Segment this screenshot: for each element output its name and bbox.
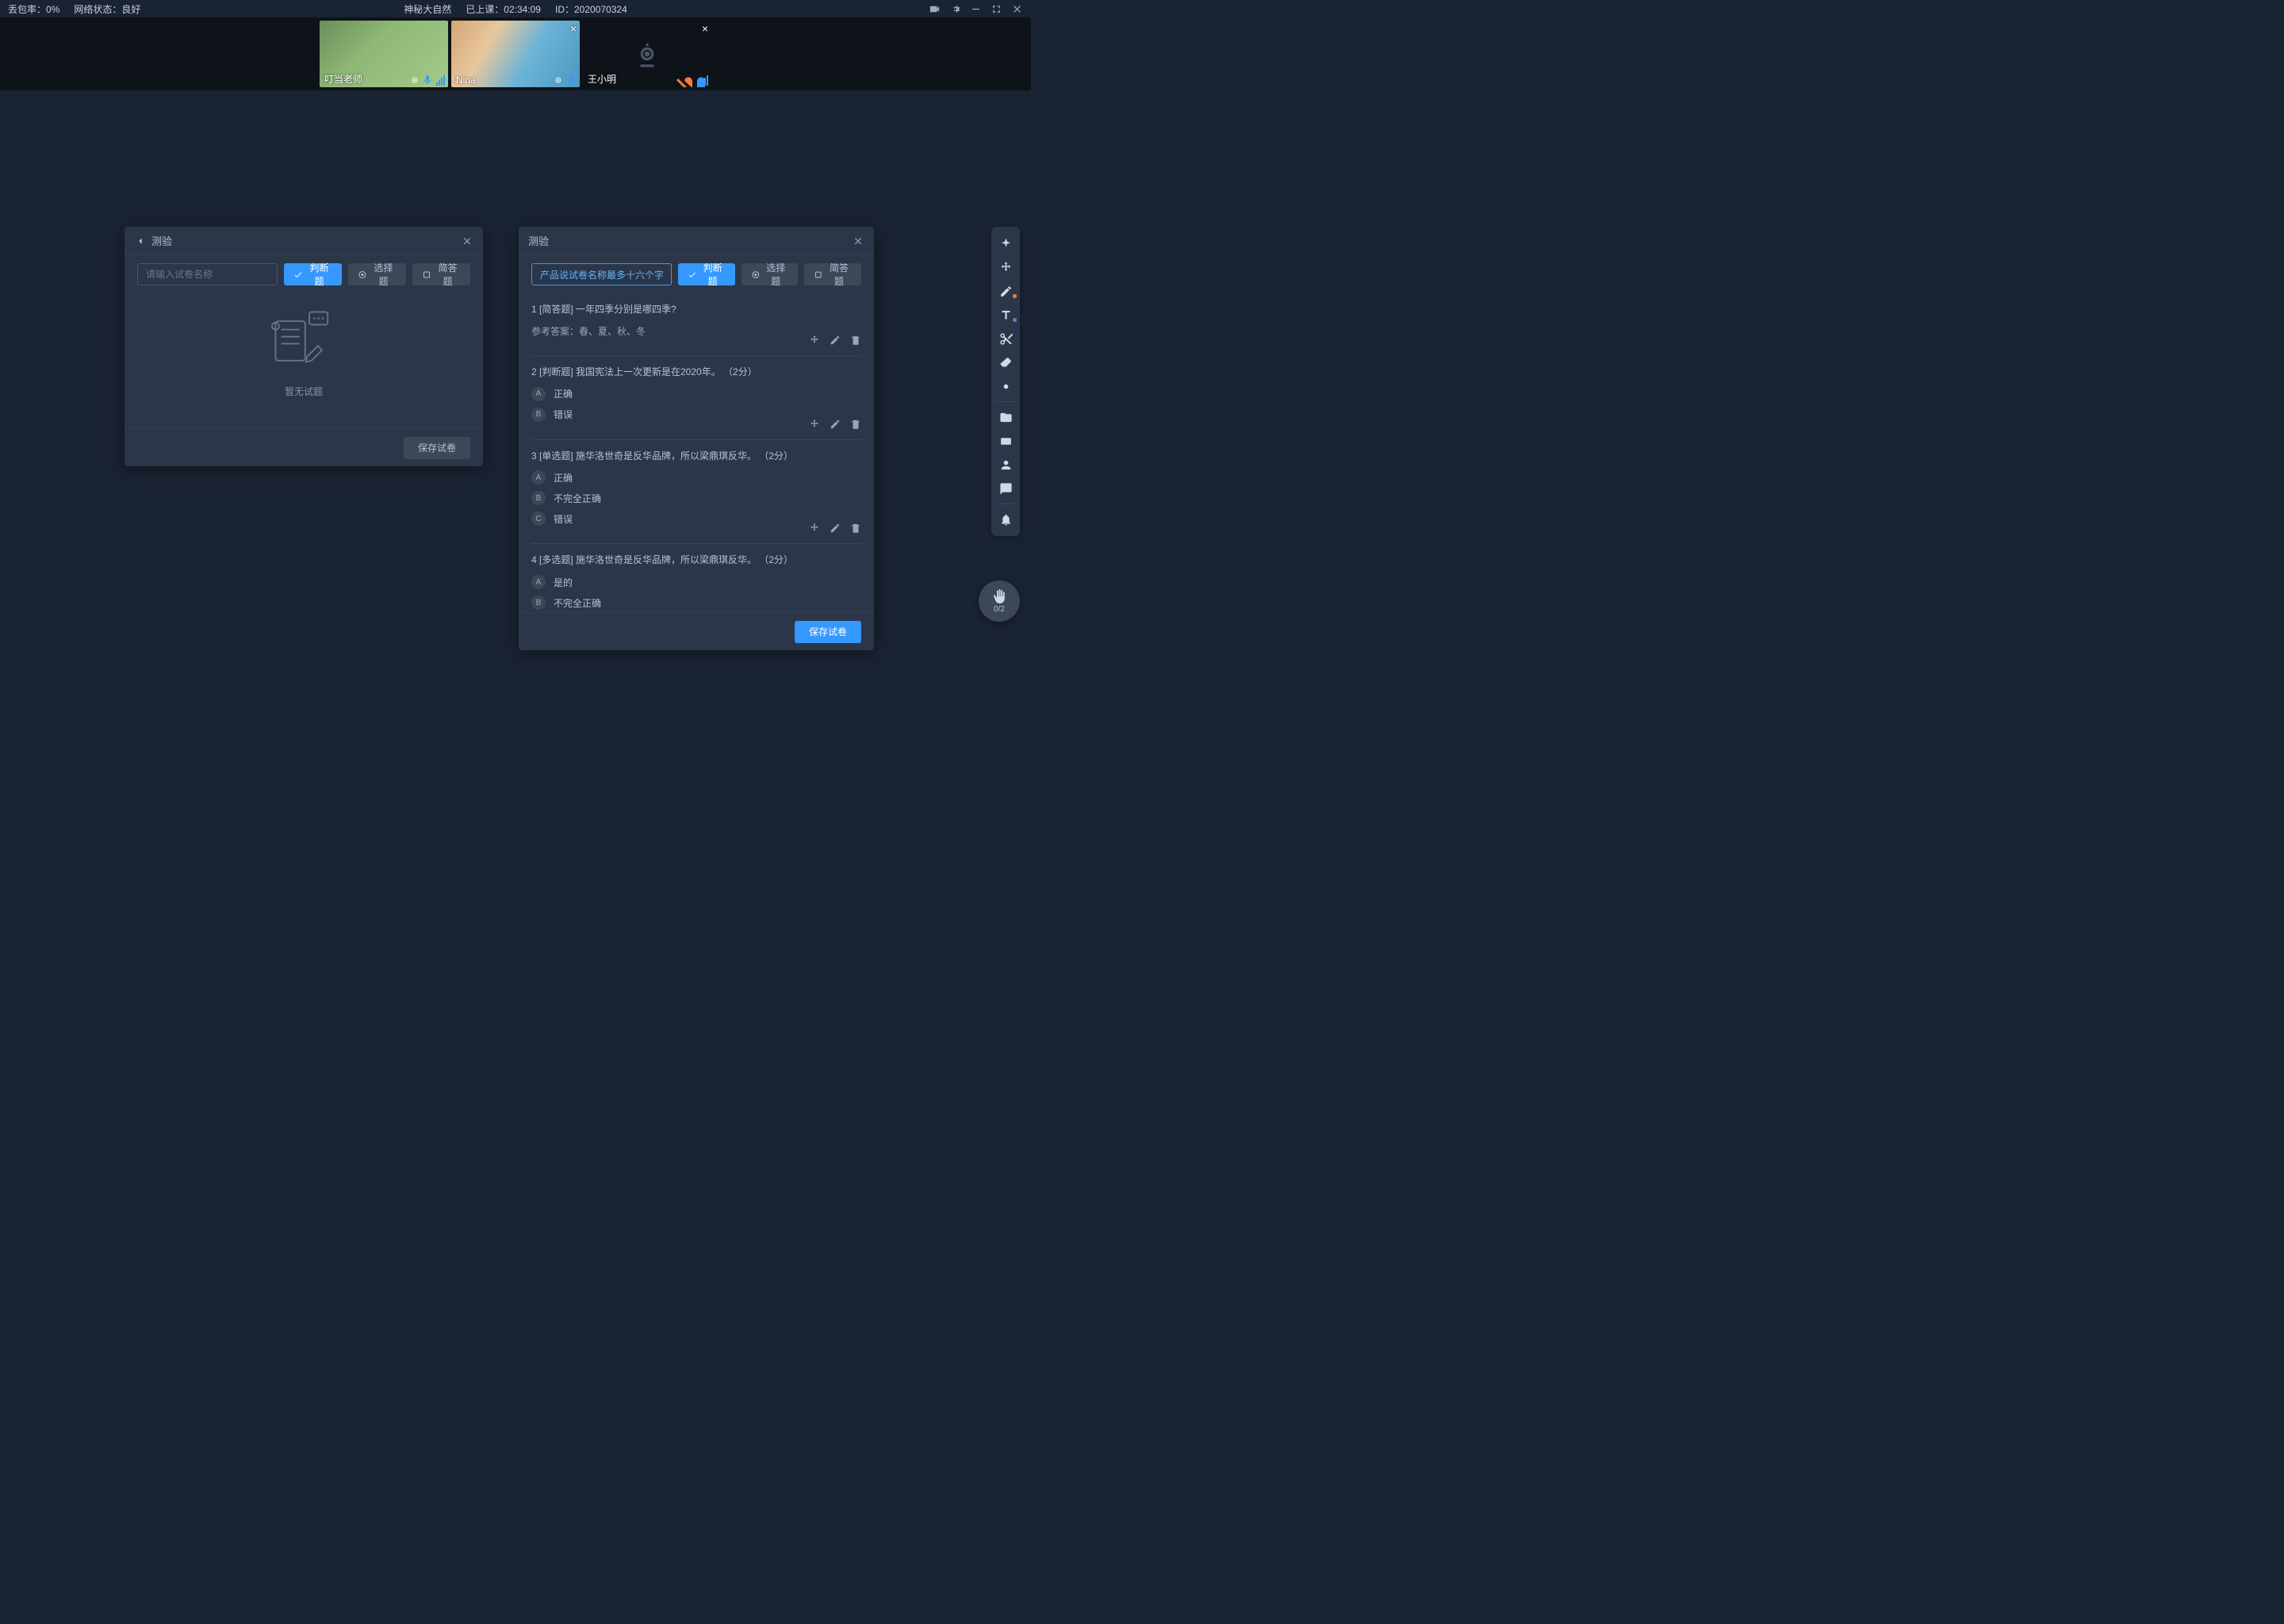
option-key: A bbox=[531, 387, 546, 401]
video-tile-teacher[interactable]: 叮当老师 bbox=[320, 21, 448, 87]
edit-question-icon[interactable] bbox=[830, 419, 841, 430]
question-item: 1 [简答题] 一年四季分别是哪四季?参考答案：春、夏、秋、冬 bbox=[531, 293, 861, 356]
assets-tool[interactable] bbox=[991, 429, 1020, 453]
option-label: 是的 bbox=[554, 576, 573, 589]
pen-tool[interactable] bbox=[991, 279, 1020, 303]
question-title: 4 [多选题] 施华洛世奇是反华品牌，所以梁鼎琪反华。 （2分） bbox=[531, 553, 861, 567]
empty-quiz-icon bbox=[268, 308, 339, 372]
panel-title: 测验 bbox=[151, 233, 172, 248]
class-title: 神秘大自然 bbox=[404, 2, 451, 16]
judge-question-button[interactable]: 判断题 bbox=[678, 263, 735, 285]
network-status: 网络状态：良好 bbox=[74, 2, 140, 16]
question-item: 2 [判断题] 我国宪法上一次更新是在2020年。 （2分） A 正确 B 错误 bbox=[531, 356, 861, 440]
signal-icon bbox=[699, 75, 708, 86]
chat-tool[interactable] bbox=[991, 477, 1020, 500]
option-label: 不完全正确 bbox=[554, 492, 601, 505]
question-title: 1 [简答题] 一年四季分别是哪四季? bbox=[531, 303, 861, 316]
question-title: 3 [单选题] 施华洛世奇是反华品牌，所以梁鼎琪反华。 （2分） bbox=[531, 450, 861, 463]
mic-muted-icon bbox=[673, 75, 684, 86]
panel-title: 测验 bbox=[528, 233, 549, 248]
option-key: B bbox=[531, 408, 546, 422]
settings-icon[interactable] bbox=[948, 2, 961, 15]
choice-question-button[interactable]: 选择题 bbox=[742, 263, 799, 285]
quiz-name-input[interactable] bbox=[531, 263, 672, 285]
hands-count: 0/2 bbox=[994, 605, 1005, 614]
edit-question-icon[interactable] bbox=[830, 335, 841, 346]
question-option[interactable]: A 正确 bbox=[531, 470, 861, 485]
question-item: 3 [单选题] 施华洛世奇是反华品牌，所以梁鼎琪反华。 （2分） A 正确 B 不完全正… bbox=[531, 440, 861, 545]
mic-icon bbox=[422, 75, 433, 86]
option-key: A bbox=[531, 575, 546, 589]
fullscreen-icon[interactable] bbox=[990, 2, 1002, 15]
camera-toggle-icon[interactable] bbox=[928, 2, 941, 15]
delete-question-icon[interactable] bbox=[850, 523, 861, 534]
cursor-tool[interactable] bbox=[991, 232, 1020, 255]
judge-question-button[interactable]: 判断题 bbox=[284, 263, 342, 285]
bell-tool[interactable] bbox=[991, 508, 1020, 531]
quiz-name-input[interactable] bbox=[137, 263, 278, 285]
video-name: 王小明 bbox=[588, 72, 616, 86]
video-name: Nina bbox=[456, 75, 476, 86]
delete-question-icon[interactable] bbox=[850, 419, 861, 430]
option-label: 错误 bbox=[554, 512, 573, 526]
delete-question-icon[interactable] bbox=[850, 335, 861, 346]
empty-text: 暂无试题 bbox=[285, 385, 323, 398]
close-window-icon[interactable] bbox=[1010, 2, 1023, 15]
elapsed-time: 已上课：02:34:09 bbox=[466, 2, 541, 16]
tile-close-icon[interactable]: × bbox=[702, 22, 708, 35]
option-key: B bbox=[531, 596, 546, 610]
camera-off-icon bbox=[631, 38, 663, 70]
question-title: 2 [判断题] 我国宪法上一次更新是在2020年。 （2分） bbox=[531, 366, 861, 379]
tile-close-icon[interactable]: × bbox=[570, 22, 577, 35]
question-option[interactable]: B 不完全正确 bbox=[531, 596, 861, 610]
edit-question-icon[interactable] bbox=[830, 523, 841, 534]
text-tool[interactable] bbox=[991, 303, 1020, 327]
question-option[interactable]: B 不完全正确 bbox=[531, 491, 861, 505]
packet-loss: 丢包率：0% bbox=[8, 2, 59, 16]
save-quiz-button[interactable]: 保存试卷 bbox=[404, 437, 470, 459]
video-tile-student[interactable]: × Nina bbox=[451, 21, 580, 87]
video-tile-student[interactable]: × 王小明 bbox=[583, 21, 711, 87]
camera-icon bbox=[409, 75, 420, 86]
mic-icon bbox=[565, 75, 577, 86]
move-question-icon[interactable] bbox=[809, 523, 820, 534]
scissors-tool[interactable] bbox=[991, 327, 1020, 350]
option-label: 错误 bbox=[554, 408, 573, 421]
option-label: 正确 bbox=[554, 387, 573, 400]
raised-hands-badge[interactable]: 0/2 bbox=[979, 580, 1020, 622]
close-icon[interactable] bbox=[852, 235, 864, 247]
question-option[interactable]: A 正确 bbox=[531, 387, 861, 401]
minimize-icon[interactable] bbox=[969, 2, 982, 15]
back-icon[interactable] bbox=[134, 235, 147, 247]
move-question-icon[interactable] bbox=[809, 419, 820, 430]
move-tool[interactable] bbox=[991, 255, 1020, 279]
question-item: 4 [多选题] 施华洛世奇是反华品牌，所以梁鼎琪反华。 （2分） A 是的 B 不完全正… bbox=[531, 544, 861, 612]
laser-tool[interactable] bbox=[991, 374, 1020, 398]
short-answer-button[interactable]: 简答题 bbox=[412, 263, 470, 285]
option-label: 不完全正确 bbox=[554, 596, 601, 610]
participants-tool[interactable] bbox=[991, 453, 1020, 477]
mic-icon bbox=[685, 75, 696, 86]
option-key: A bbox=[531, 470, 546, 485]
question-option[interactable]: A 是的 bbox=[531, 575, 861, 589]
option-label: 正确 bbox=[554, 471, 573, 485]
folder-tool[interactable] bbox=[991, 405, 1020, 429]
option-key: B bbox=[531, 491, 546, 505]
session-id: ID：2020070324 bbox=[555, 2, 627, 16]
camera-icon bbox=[553, 75, 564, 86]
save-quiz-button[interactable]: 保存试卷 bbox=[795, 621, 861, 643]
choice-question-button[interactable]: 选择题 bbox=[348, 263, 406, 285]
option-key: C bbox=[531, 511, 546, 526]
quiz-panel-empty: 测验 判断题 选择题 简答题 bbox=[125, 227, 483, 466]
signal-icon bbox=[436, 75, 445, 86]
eraser-tool[interactable] bbox=[991, 350, 1020, 374]
video-name: 叮当老师 bbox=[324, 72, 362, 86]
close-icon[interactable] bbox=[461, 235, 473, 247]
short-answer-button[interactable]: 简答题 bbox=[804, 263, 861, 285]
quiz-panel-edit: 测验 判断题 选择题 简答题 1 [简答题] 一年四季分别是哪四季?参考答案：春… bbox=[519, 227, 874, 650]
move-question-icon[interactable] bbox=[809, 335, 820, 346]
whiteboard-toolbox bbox=[991, 227, 1020, 536]
